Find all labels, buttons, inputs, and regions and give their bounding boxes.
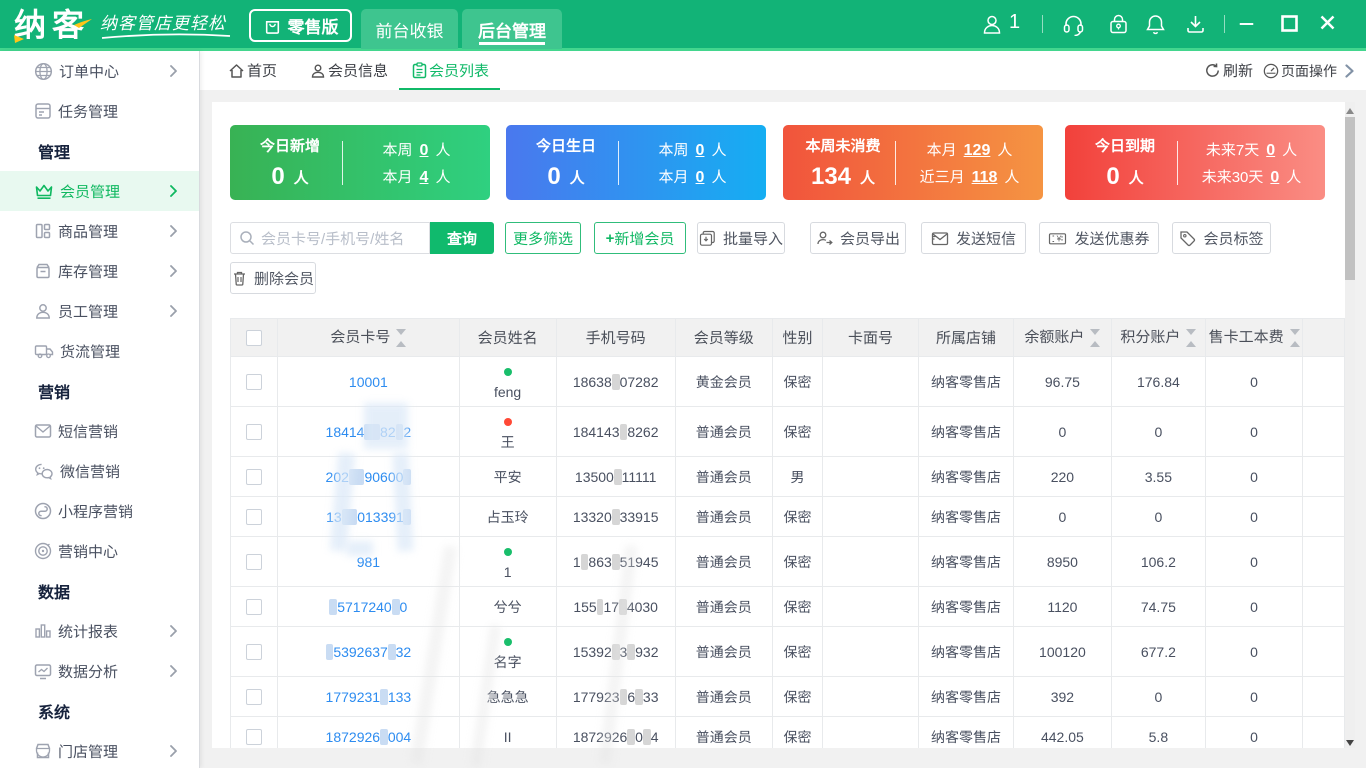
svg-text:纳客管店更轻松: 纳客管店更轻松 — [100, 14, 227, 33]
svg-text:¥: ¥ — [1056, 233, 1062, 243]
